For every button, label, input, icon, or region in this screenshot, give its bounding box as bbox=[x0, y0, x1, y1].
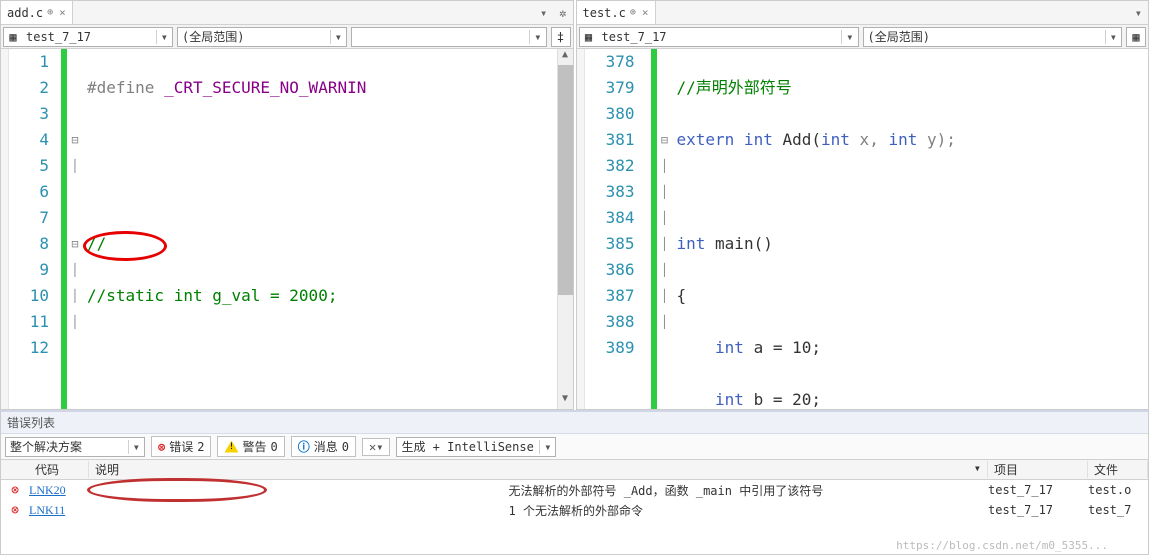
scope-combo[interactable]: ▦ test_7_17 ▾ bbox=[3, 27, 173, 47]
col-project[interactable]: 项目 bbox=[988, 461, 1088, 478]
tab-label: add.c bbox=[7, 6, 43, 20]
error-icon: ⊗ bbox=[1, 483, 29, 498]
code-area-right[interactable]: 378379380 381382383 384385386 387388389 … bbox=[577, 49, 1149, 409]
split-button[interactable]: ▦ bbox=[1126, 27, 1146, 47]
col-code[interactable]: 代码 bbox=[29, 461, 89, 478]
fold-toggle[interactable]: ⊟ bbox=[67, 127, 83, 153]
pin-icon[interactable]: ⊕ bbox=[47, 7, 53, 18]
editor-pane-right: test.c ⊕ × ▾ ▦ test_7_17 ▾ (全局范围) ▾ ▦ bbox=[576, 0, 1149, 410]
nav-toolbar-left: ▦ test_7_17 ▾ (全局范围) ▾ ▾ ‡ bbox=[1, 25, 573, 49]
line-numbers: 378379380 381382383 384385386 387388389 bbox=[585, 49, 645, 409]
filter-clear-icon: ✕▾ bbox=[369, 440, 383, 454]
code-text[interactable]: //声明外部符号 extern int Add(int x, int y); i… bbox=[673, 49, 1149, 409]
error-code-link[interactable]: LNK20 bbox=[29, 480, 509, 500]
project-icon: ▦ bbox=[582, 30, 596, 44]
chevron-down-icon[interactable]: ▾ bbox=[539, 440, 555, 454]
tab-add-c[interactable]: add.c ⊕ × bbox=[1, 1, 73, 24]
chevron-down-icon[interactable]: ▾ bbox=[330, 30, 346, 44]
pin-icon[interactable]: ⊕ bbox=[630, 7, 636, 18]
col-desc[interactable]: 说明▾ bbox=[89, 461, 988, 478]
messages-filter-button[interactable]: ⓘ 消息 0 bbox=[291, 436, 356, 457]
range-combo[interactable]: (全局范围) ▾ bbox=[177, 27, 347, 47]
scope-combo[interactable]: ▦ test_7_17 ▾ bbox=[579, 27, 859, 47]
tabbar-right: test.c ⊕ × ▾ bbox=[577, 1, 1149, 25]
warnings-filter-button[interactable]: ! 警告 0 bbox=[217, 436, 284, 457]
error-row[interactable]: ⊗ LNK20 无法解析的外部符号 _Add，函数 _main 中引用了该符号 … bbox=[1, 480, 1148, 500]
chevron-down-icon[interactable]: ▾ bbox=[1129, 6, 1148, 20]
gear-icon[interactable]: ✲ bbox=[553, 6, 572, 20]
fold-column[interactable]: ⊟ │ ⊟ │││ bbox=[67, 49, 83, 409]
error-icon: ⊗ bbox=[158, 440, 165, 454]
error-filter-bar: 整个解决方案 ▾ ⊗ 错误 2 ! 警告 0 ⓘ 消息 0 ✕▾ 生 bbox=[1, 434, 1148, 460]
errors-filter-button[interactable]: ⊗ 错误 2 bbox=[151, 436, 211, 457]
nav-toolbar-right: ▦ test_7_17 ▾ (全局范围) ▾ ▦ bbox=[577, 25, 1149, 49]
editor-pane-left: add.c ⊕ × ▾ ✲ ▦ test_7_17 ▾ (全局范围) ▾ bbox=[0, 0, 574, 410]
chevron-down-icon[interactable]: ▾ bbox=[1105, 30, 1121, 44]
chevron-down-icon[interactable]: ▾ bbox=[841, 30, 857, 44]
error-icon: ⊗ bbox=[1, 503, 29, 518]
code-text[interactable]: #define _CRT_SECURE_NO_WARNIN // //stati… bbox=[83, 49, 557, 409]
chevron-down-icon[interactable]: ▾ bbox=[128, 440, 144, 454]
error-row[interactable]: ⊗ LNK11 1 个无法解析的外部命令 test_7_17 test_7 bbox=[1, 500, 1148, 520]
error-list-title: 错误列表 bbox=[1, 412, 1148, 434]
tabbar-left: add.c ⊕ × ▾ ✲ bbox=[1, 1, 573, 25]
close-icon[interactable]: × bbox=[642, 6, 649, 19]
fold-toggle[interactable]: ⊟ bbox=[67, 231, 83, 257]
col-file[interactable]: 文件 bbox=[1088, 461, 1148, 478]
warning-icon: ! bbox=[224, 441, 238, 453]
build-intellisense-combo[interactable]: 生成 + IntelliSense ▾ bbox=[396, 437, 556, 457]
error-list-panel: 错误列表 整个解决方案 ▾ ⊗ 错误 2 ! 警告 0 ⓘ 消息 0 ✕ bbox=[0, 410, 1149, 555]
tab-label: test.c bbox=[583, 6, 626, 20]
member-combo[interactable]: ▾ bbox=[351, 27, 547, 47]
chevron-down-icon[interactable]: ▾ bbox=[156, 30, 172, 44]
chevron-down-icon[interactable]: ▾ bbox=[529, 30, 545, 44]
error-rows: ⊗ LNK20 无法解析的外部符号 _Add，函数 _main 中引用了该符号 … bbox=[1, 480, 1148, 554]
line-numbers: 123 456 789 101112 bbox=[9, 49, 59, 409]
chevron-down-icon[interactable]: ▾ bbox=[534, 6, 553, 20]
vertical-scrollbar[interactable]: ▲ ▼ bbox=[557, 49, 573, 409]
watermark: https://blog.csdn.net/m0_5355... bbox=[896, 539, 1108, 552]
tab-test-c[interactable]: test.c ⊕ × bbox=[577, 1, 656, 24]
error-columns-header[interactable]: 代码 说明▾ 项目 文件 bbox=[1, 460, 1148, 480]
info-icon: ⓘ bbox=[298, 438, 310, 455]
clear-filter-button[interactable]: ✕▾ bbox=[362, 438, 390, 456]
code-area-left[interactable]: 123 456 789 101112 ⊟ │ ⊟ │││ #define _CR… bbox=[1, 49, 573, 409]
fold-column[interactable]: ⊟ │││││││ bbox=[657, 49, 673, 409]
close-icon[interactable]: × bbox=[59, 6, 66, 19]
error-code-link[interactable]: LNK11 bbox=[29, 500, 509, 520]
range-combo[interactable]: (全局范围) ▾ bbox=[863, 27, 1123, 47]
split-button[interactable]: ‡ bbox=[551, 27, 571, 47]
project-icon: ▦ bbox=[6, 30, 20, 44]
fold-toggle[interactable]: ⊟ bbox=[657, 127, 673, 153]
solution-scope-combo[interactable]: 整个解决方案 ▾ bbox=[5, 437, 145, 457]
